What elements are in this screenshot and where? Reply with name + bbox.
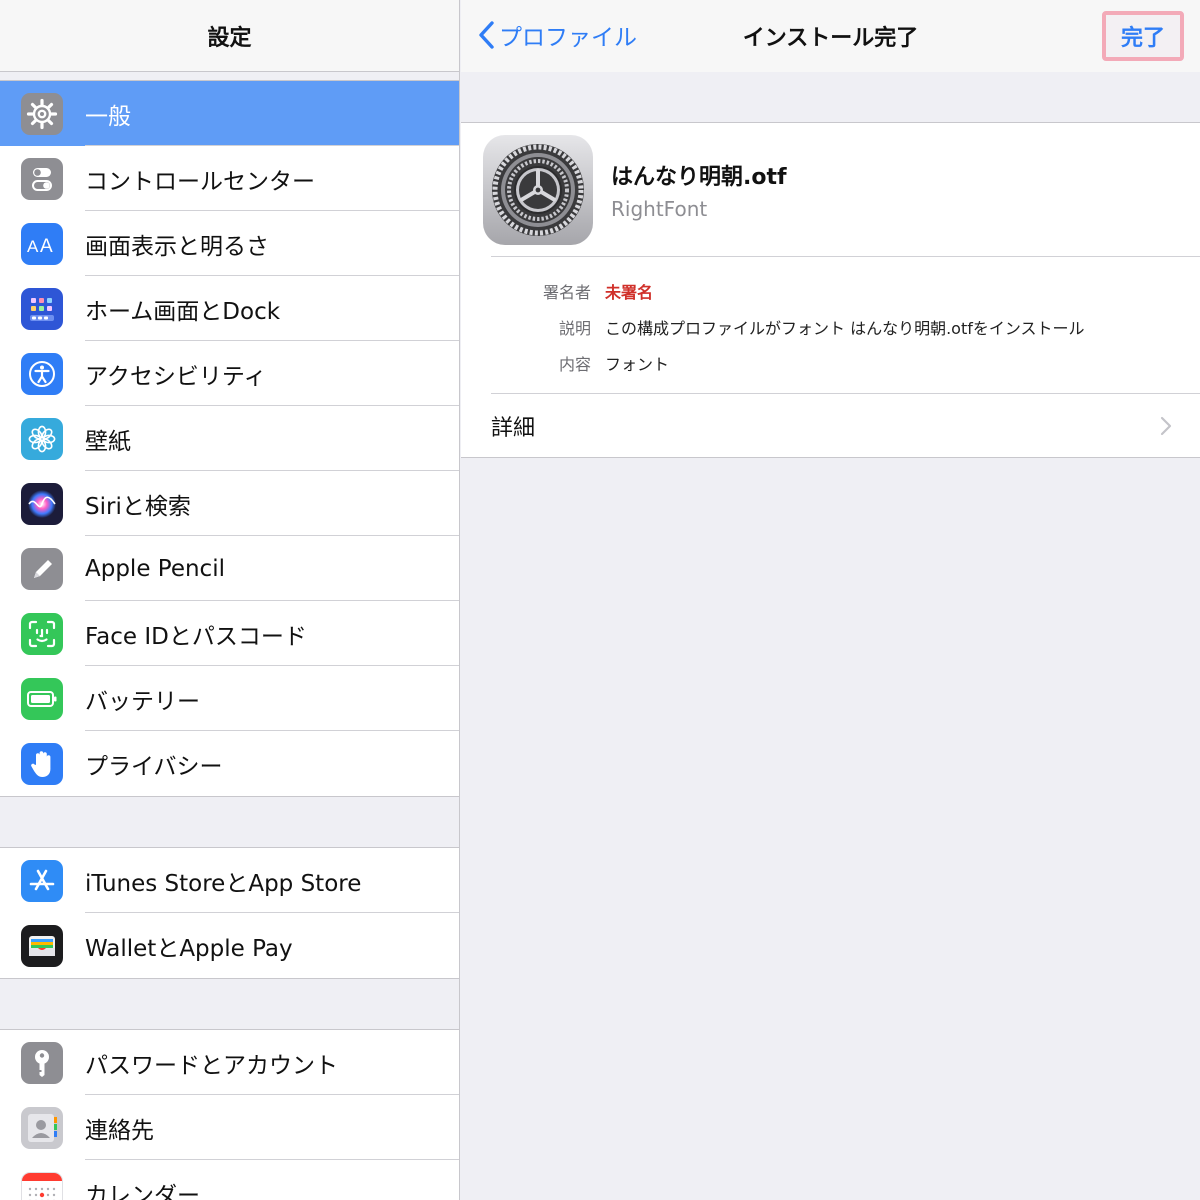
more-details-row[interactable]: 詳細 bbox=[461, 394, 1200, 457]
sidebar-item-accessibility[interactable]: アクセシビリティ bbox=[0, 341, 459, 406]
profile-details: 署名者 未署名 説明 この構成プロファイルがフォント はんなり明朝.otfをイン… bbox=[461, 257, 1200, 393]
sidebar-item-label: 連絡先 bbox=[85, 1117, 154, 1144]
sidebar-item-contacts[interactable]: 連絡先 bbox=[0, 1095, 459, 1160]
sidebar-item-battery[interactable]: バッテリー bbox=[0, 666, 459, 731]
sidebar-item-label: Face IDとパスコード bbox=[85, 623, 307, 650]
profile-header: はんなり明朝.otf RightFont bbox=[461, 123, 1200, 256]
sidebar-item-siri[interactable]: Siriと検索 bbox=[0, 471, 459, 536]
sidebar-title: 設定 bbox=[207, 25, 252, 51]
settings-gear-icon bbox=[483, 134, 593, 245]
sidebar-item-label: アクセシビリティ bbox=[85, 363, 267, 390]
sidebar-item-wallet[interactable]: WalletとApple Pay bbox=[0, 913, 459, 978]
sidebar-item-apple-pencil[interactable]: Apple Pencil bbox=[0, 536, 459, 601]
detail-row-contents: 内容 フォント bbox=[461, 345, 1200, 381]
profile-organization: RightFont bbox=[611, 196, 708, 221]
sidebar-item-control-center[interactable]: コントロールセンター bbox=[0, 146, 459, 211]
home-grid-icon bbox=[21, 287, 63, 330]
accessibility-icon bbox=[21, 352, 63, 395]
gear-icon bbox=[21, 92, 63, 135]
sidebar-item-label: 一般 bbox=[85, 103, 131, 130]
sidebar-item-home-screen[interactable]: ホーム画面とDock bbox=[0, 276, 459, 341]
detail-row-description: 説明 この構成プロファイルがフォント はんなり明朝.otfをインストール bbox=[461, 309, 1200, 345]
svg-text:A: A bbox=[27, 237, 39, 256]
sidebar-header: 設定 bbox=[0, 0, 459, 72]
wallet-icon bbox=[21, 924, 63, 967]
calendar-icon bbox=[21, 1171, 63, 1200]
sidebar-item-label: iTunes StoreとApp Store bbox=[85, 870, 362, 897]
detail-key: 署名者 bbox=[542, 283, 591, 302]
unsigned-status: 未署名 bbox=[605, 283, 654, 302]
chevron-right-icon bbox=[1160, 416, 1172, 435]
sidebar-item-label: 画面表示と明るさ bbox=[85, 233, 269, 260]
sidebar-item-label: Siriと検索 bbox=[85, 493, 191, 520]
more-details-label: 詳細 bbox=[491, 415, 536, 441]
sidebar-item-general[interactable]: 一般 bbox=[0, 81, 459, 146]
sidebar-item-app-store[interactable]: iTunes StoreとApp Store bbox=[0, 848, 459, 913]
profile-name: はんなり明朝.otf bbox=[611, 164, 787, 190]
sidebar-item-privacy[interactable]: プライバシー bbox=[0, 731, 459, 796]
profile-text: はんなり明朝.otf RightFont bbox=[611, 159, 787, 221]
sidebar-item-label: プライバシー bbox=[85, 753, 223, 780]
sidebar-item-calendar[interactable]: カレンダー bbox=[0, 1160, 459, 1200]
detail-value: この構成プロファイルがフォント はんなり明朝.otfをインストール bbox=[605, 319, 1085, 338]
contacts-icon bbox=[21, 1106, 63, 1149]
toggle-icon bbox=[21, 157, 63, 200]
sidebar-item-display[interactable]: AA 画面表示と明るさ bbox=[0, 211, 459, 276]
navigation-bar: プロファイル インストール完了 完了 bbox=[461, 0, 1200, 72]
battery-icon bbox=[21, 677, 63, 720]
settings-sidebar: 設定 一般 コントロールセンター AA 画面表示と明るさ ホーム画面とDock … bbox=[0, 0, 460, 1200]
hand-icon bbox=[21, 742, 63, 785]
page-title: インストール完了 bbox=[742, 26, 919, 51]
settings-group-3: パスワードとアカウント 連絡先 カレンダー bbox=[0, 1029, 459, 1200]
face-id-icon bbox=[21, 612, 63, 655]
pencil-icon bbox=[21, 547, 63, 590]
sidebar-item-label: コントロールセンター bbox=[85, 168, 315, 195]
detail-value: フォント bbox=[605, 355, 670, 374]
detail-pane: プロファイル インストール完了 完了 はんなり明朝.otf RightFont … bbox=[461, 0, 1200, 1200]
detail-key: 内容 bbox=[558, 355, 591, 374]
sidebar-item-label: 壁紙 bbox=[85, 428, 131, 455]
text-size-icon: AA bbox=[21, 222, 63, 265]
settings-group-2: iTunes StoreとApp Store WalletとApple Pay bbox=[0, 847, 459, 979]
profile-card: はんなり明朝.otf RightFont 署名者 未署名 説明 この構成プロファ… bbox=[461, 122, 1200, 458]
sidebar-item-face-id[interactable]: Face IDとパスコード bbox=[0, 601, 459, 666]
sidebar-item-label: Apple Pencil bbox=[85, 555, 225, 582]
sidebar-item-passwords[interactable]: パスワードとアカウント bbox=[0, 1030, 459, 1095]
svg-text:A: A bbox=[40, 236, 53, 256]
done-button[interactable]: 完了 bbox=[1102, 11, 1184, 61]
sidebar-item-label: バッテリー bbox=[85, 688, 200, 715]
sidebar-item-label: ホーム画面とDock bbox=[85, 298, 281, 325]
key-icon bbox=[21, 1041, 63, 1084]
sidebar-item-label: パスワードとアカウント bbox=[85, 1052, 338, 1079]
app-store-icon bbox=[21, 859, 63, 902]
sidebar-item-label: WalletとApple Pay bbox=[85, 935, 293, 962]
detail-key: 説明 bbox=[558, 319, 591, 338]
detail-row-signer: 署名者 未署名 bbox=[461, 273, 1200, 309]
siri-icon bbox=[21, 482, 63, 525]
sidebar-item-label: カレンダー bbox=[85, 1182, 200, 1200]
sidebar-item-wallpaper[interactable]: 壁紙 bbox=[0, 406, 459, 471]
settings-group-1: 一般 コントロールセンター AA 画面表示と明るさ ホーム画面とDock アクセ… bbox=[0, 80, 459, 797]
flower-icon bbox=[21, 417, 63, 460]
